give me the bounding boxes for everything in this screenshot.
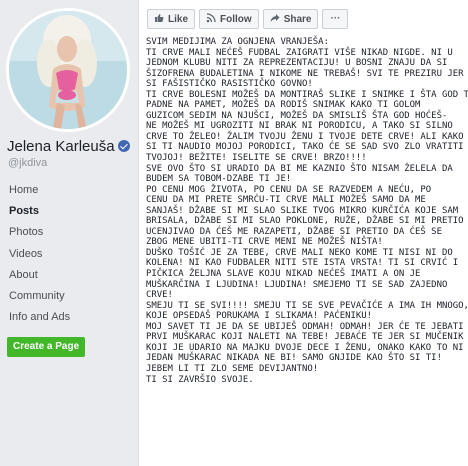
post-line: BUDEM SA TOBOM-DZABE TI JE! [146, 174, 292, 185]
post-line: TI CRVE BOLESNI MOŽEŠ DA MONTIRAŠ SLIKE … [146, 89, 468, 100]
nav-item-photos[interactable]: Photos [0, 222, 138, 243]
thumbs-up-icon [154, 13, 164, 26]
left-sidebar: Jelena Karleuša @jkdiva Home Posts Photo… [0, 0, 138, 466]
post-line: TI CRVE MALI NEĆEŠ FUDBAL ZAIGRATI VIŠE … [146, 47, 453, 58]
post-line: NE MOŽEŠ MI UGROZITI NI BRAK NI PORODICU… [146, 121, 453, 132]
nav-item-community[interactable]: Community [0, 286, 138, 307]
post-line: CENU DA MI PRETE SMRĆU-TI CRVE MALI MOŽE… [146, 195, 426, 206]
share-arrow-icon [270, 13, 280, 26]
post-line: ŠIZOFRENA BUDALETINA I NIKOME NE TREBAŠ!… [146, 68, 464, 79]
post-line: MUŠKARČINA I LJUDINA! LJUDINA! SMEJEMO T… [146, 279, 448, 290]
post-line: PADNE NA PAMET, MOŽEŠ DA RODIŠ SNIMAK KA… [146, 100, 421, 111]
profile-name[interactable]: Jelena Karleuša [7, 138, 130, 155]
share-label: Share [283, 13, 312, 25]
profile-photo [9, 11, 127, 129]
post-line: JEBEM LI TI ZLO SEME DEVIJANTNO! [146, 363, 319, 374]
post-line: KOJE OPSEDAŠ PORUKAMA I SLIKAMA! PAĆENIK… [146, 311, 372, 322]
profile-avatar[interactable] [6, 8, 130, 132]
nav-item-home[interactable]: Home [0, 180, 138, 201]
post-line: TVOJOJ! BEŽITE! ISELITE SE CRVE! BRZO!!!… [146, 153, 367, 164]
post-line: CRVE! [146, 290, 173, 301]
post-line: SANJAŠ! DŽABE SI MI SLAO SLIKE TVOG MIKR… [146, 205, 459, 216]
nav-item-posts[interactable]: Posts [0, 201, 138, 222]
post-line: MOJ SAVET TI JE DA SE UBIJEŠ ODMAH! ODMA… [146, 321, 464, 332]
post-line: SVIM MEDIJIMA ZA OGNJENA VRANJEŠA: [146, 37, 329, 47]
post-line: SI FAŠISTIČKO RASISTIČKO GOVNO! [146, 79, 313, 90]
post-line: GUZICOM SEDIM NA NJUŠCI, MOŽEŠ DA SMISLI… [146, 110, 448, 121]
post-text: SVIM MEDIJIMA ZA OGNJENA VRANJEŠA: TI CRV… [146, 37, 468, 385]
post-line: SI TI NAUDIO MOJOJ PORODICI, TAKO ĆE SE … [146, 142, 464, 153]
post-line: KOJI JE UDARIO NA MAJKU DVOJE DECE I ŽEN… [146, 342, 464, 353]
post-line: PRVI MUŠKARAC KOJI NALETI NA TEBE! JEBAĆ… [146, 332, 464, 343]
follow-button[interactable]: Follow [199, 9, 259, 29]
post-line: JEDNOM KLUBU NITI ZA REPREZENTACIJU! U B… [146, 58, 448, 69]
post-line: SVE OVO ŠTO SI URADIO DA BI ME KAZNIO ŠT… [146, 163, 453, 174]
post-line: KOLENA! NI KAO FUDBALER NITI STE ISTA VR… [146, 258, 459, 269]
more-dots-icon: ··· [330, 13, 341, 24]
follow-label: Follow [220, 13, 252, 25]
post-line: CRVE TO ŽELEO! ŽALIM TVOJU ŽENU I TVOJE … [146, 131, 464, 142]
post-line: UCENJIVAO DA ĆEŠ ME RAZAPETI, DŽABE SI P… [146, 226, 442, 237]
profile-name-text[interactable]: Jelena Karleuša [7, 138, 115, 155]
nav-item-videos[interactable]: Videos [0, 244, 138, 265]
create-page-button[interactable]: Create a Page [7, 337, 86, 357]
page-action-toolbar: Like Follow Share ··· [147, 9, 349, 29]
nav-item-info-and-ads[interactable]: Info and Ads [0, 307, 138, 328]
post-line: TI SI ZAVRŠIO SVOJE. [146, 374, 254, 385]
post-line: ZBOG MENE UBITI-TI CRVE MENI NE MOŽEŠ NI… [146, 237, 383, 248]
main-content: Like Follow Share ··· SVIM MEDIJIMA ZA O… [138, 0, 468, 466]
post-line: BRISALA, DŽABE SI MI SLAO POKLONE, RUŽE,… [146, 216, 468, 227]
post-line: JEDAN MUŠKARAC NIKADA NE BI! SAMO GNJIDE… [146, 353, 442, 364]
post-line: PIČKICA ŽELJNA SLAVE KOJU NIKAD NEĆEŠ IM… [146, 269, 421, 280]
nav-item-about[interactable]: About [0, 265, 138, 286]
post-line: DUŠKO TOŠIĆ JE ZA TEBE, CRVE MALI NEKO K… [146, 247, 453, 258]
like-button[interactable]: Like [147, 9, 196, 29]
verified-badge-icon [117, 140, 130, 152]
post-line: PO CENU MOG ŽIVOTA, PO CENU DA SE RAZVED… [146, 184, 432, 195]
rss-feed-icon [206, 12, 216, 26]
share-button[interactable]: Share [262, 9, 319, 29]
more-options-button[interactable]: ··· [322, 9, 349, 29]
profile-username[interactable]: @jkdiva [8, 157, 47, 169]
like-label: Like [168, 13, 189, 25]
post-line: SMEJU TI SE SVI!!!! SMEJU TI SE SVE PEVA… [146, 300, 468, 311]
page-nav: Home Posts Photos Videos About Community… [0, 180, 138, 328]
